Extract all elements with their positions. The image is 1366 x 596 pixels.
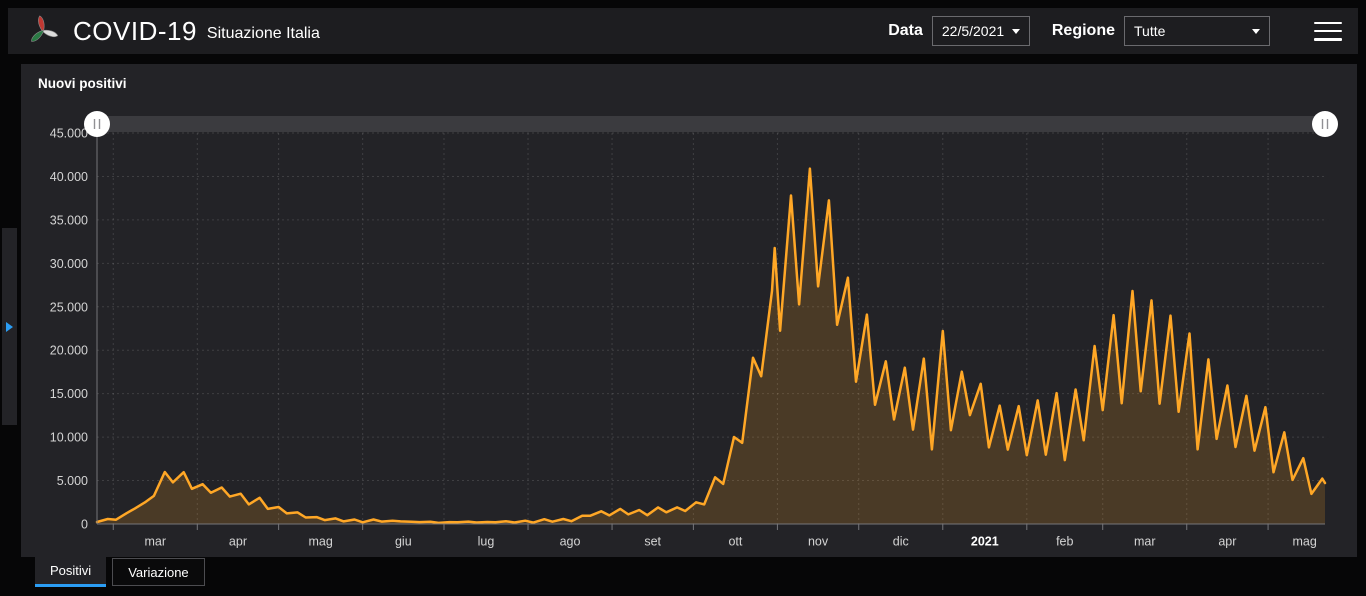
x-axis-label: mag [1293, 535, 1317, 549]
x-axis-label: ago [560, 535, 581, 549]
chart-card: 0 5.000 10.000 15.000 20.000 25.000 30.000 35.0… [21, 64, 1357, 557]
series-area [97, 168, 1325, 524]
y-axis-label: 15.000 [50, 387, 88, 401]
x-axis-label: apr [1218, 535, 1236, 549]
x-axis-label: dic [893, 535, 909, 549]
hamburger-icon [1314, 21, 1342, 24]
chart-tabs: Positivi Variazione [35, 557, 205, 587]
x-axis-label: set [644, 535, 661, 549]
date-select-value: 22/5/2021 [941, 23, 1005, 39]
expand-arrow-icon [6, 321, 13, 332]
chevron-down-icon [1012, 28, 1021, 34]
x-axis-label: ott [728, 535, 742, 549]
y-axis-label: 5.000 [57, 474, 88, 488]
region-select[interactable]: Tutte [1124, 16, 1270, 46]
range-scrollbar-track[interactable] [97, 116, 1325, 132]
tab-positivi[interactable]: Positivi [35, 557, 107, 587]
chevron-down-icon [1252, 28, 1260, 34]
x-axis-label: mag [308, 535, 332, 549]
y-axis-label: 35.000 [50, 213, 88, 227]
x-axis-label: mar [145, 535, 167, 549]
app-header: COVID-19 Situazione Italia Data 22/5/202… [8, 8, 1358, 54]
y-axis-label: 0 [81, 518, 88, 532]
x-axis-label: 2021 [971, 535, 999, 549]
range-scrollbar-handle-right[interactable] [1312, 111, 1338, 137]
region-label: Regione [1051, 22, 1115, 39]
x-axis-label: giu [395, 535, 412, 549]
y-axis-label: 25.000 [50, 300, 88, 314]
date-select[interactable]: 22/5/2021 [931, 16, 1030, 46]
y-axis-label: 10.000 [50, 431, 88, 445]
x-axis-label: nov [808, 535, 829, 549]
app-title: COVID-19 [73, 15, 197, 46]
hamburger-icon [1314, 38, 1342, 41]
tab-variazione[interactable]: Variazione [112, 558, 205, 586]
x-axis-label: feb [1056, 535, 1073, 549]
y-axis-label: 40.000 [50, 170, 88, 184]
chart-title: Nuovi positivi [38, 76, 127, 91]
y-axis-label: 30.000 [50, 257, 88, 271]
hamburger-menu-button[interactable] [1314, 21, 1342, 41]
protezione-civile-logo-icon [31, 15, 59, 42]
x-axis-label: apr [229, 535, 247, 549]
x-axis-label: lug [478, 535, 495, 549]
region-select-value: Tutte [1134, 23, 1166, 39]
date-label: Data [888, 22, 923, 39]
nuovi-positivi-chart: 0 5.000 10.000 15.000 20.000 25.000 30.000 35.0… [50, 111, 1338, 549]
range-scrollbar-handle-left[interactable] [84, 111, 110, 137]
hamburger-icon [1314, 29, 1342, 33]
sidebar-expand-handle[interactable] [2, 228, 17, 425]
y-axis-label: 20.000 [50, 344, 88, 358]
y-axis-label: 45.000 [50, 127, 88, 141]
app-subtitle: Situazione Italia [206, 25, 320, 42]
x-axis-label: mar [1134, 535, 1156, 549]
